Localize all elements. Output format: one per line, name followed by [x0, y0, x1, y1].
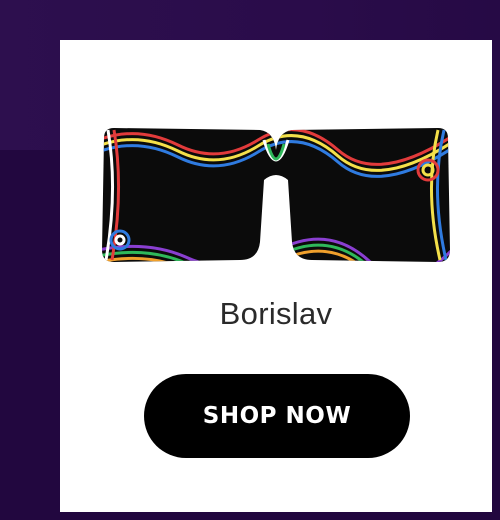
product-image-eyeglasses[interactable]	[98, 120, 454, 270]
shop-now-button[interactable]: SHOP NOW	[144, 374, 410, 458]
shop-now-label: SHOP NOW	[202, 403, 352, 429]
product-card[interactable]: Borislav SHOP NOW	[60, 40, 492, 512]
product-name: Borislav	[219, 296, 333, 331]
